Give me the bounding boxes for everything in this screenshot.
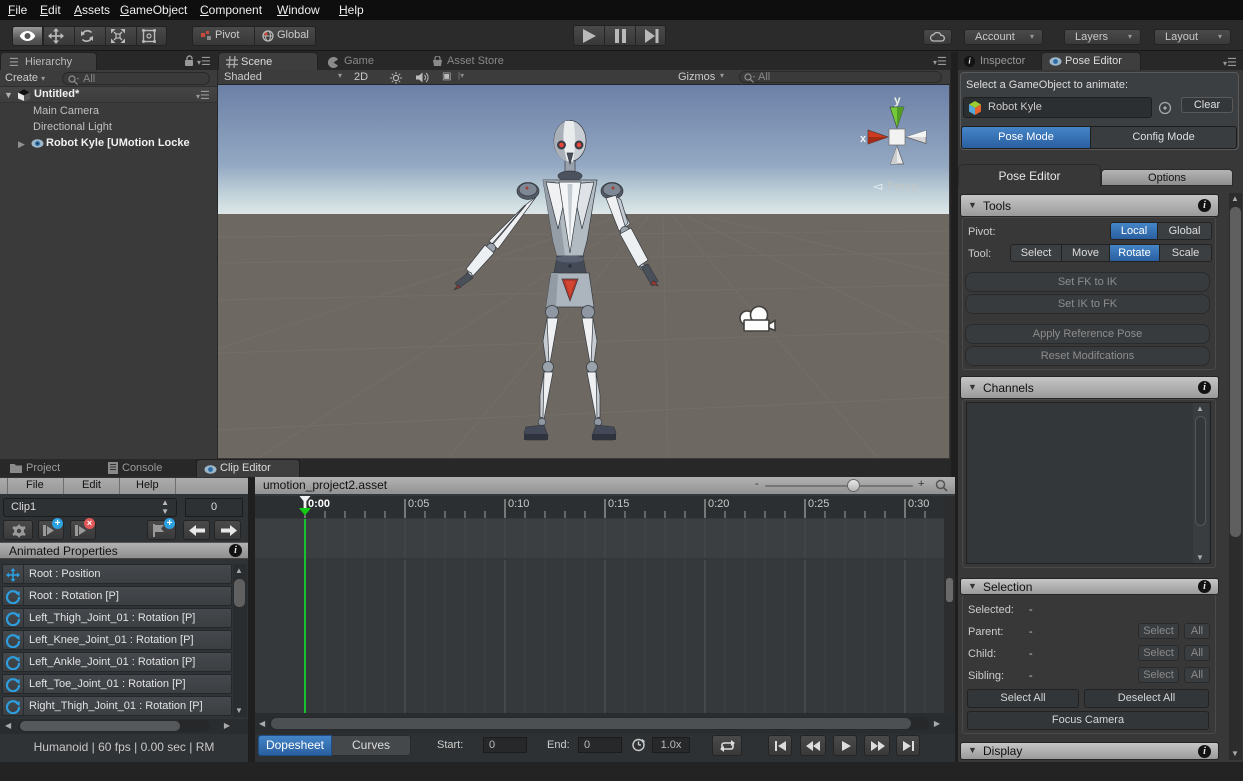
svg-text:0:05: 0:05 bbox=[408, 498, 429, 510]
svg-text:y: y bbox=[894, 93, 901, 107]
svg-text:0:20: 0:20 bbox=[708, 498, 729, 510]
svg-text:x: x bbox=[860, 133, 867, 145]
svg-text:0:30: 0:30 bbox=[908, 498, 929, 510]
svg-text:0:10: 0:10 bbox=[508, 498, 529, 510]
svg-text:Persp: Persp bbox=[887, 179, 919, 193]
svg-text:0:25: 0:25 bbox=[808, 498, 829, 510]
svg-text:◅: ◅ bbox=[873, 179, 883, 193]
svg-text:0:15: 0:15 bbox=[608, 498, 629, 510]
svg-text:0:00: 0:00 bbox=[308, 498, 330, 510]
